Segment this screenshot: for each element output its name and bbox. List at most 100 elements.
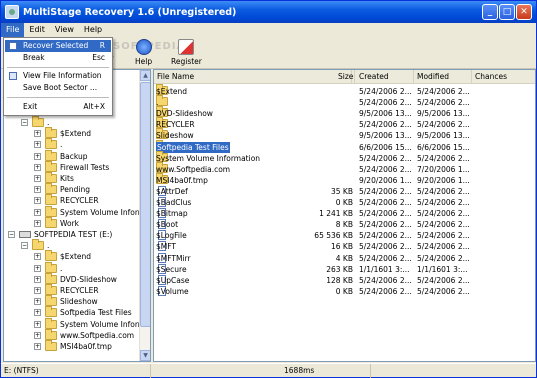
expand-icon[interactable]: +: [34, 275, 41, 283]
expand-icon[interactable]: +: [34, 331, 41, 339]
file-row[interactable]: $Boot 8 KB 5/24/2006 2... 5/24/2006 2...: [154, 219, 535, 230]
register-toolbar-button[interactable]: Register: [171, 39, 202, 66]
tree-item[interactable]: − SOFTPEDIA TEST (E:): [8, 229, 112, 240]
tree-item[interactable]: + MSI4ba0f.tmp: [34, 340, 112, 352]
scroll-down-button[interactable]: ▼: [140, 350, 150, 361]
help-toolbar-button[interactable]: Help: [135, 39, 152, 66]
expand-icon[interactable]: +: [34, 208, 41, 216]
file-row[interactable]: www.Softpedia.com 5/24/2006 2... 7/20/2006…: [154, 161, 535, 175]
column-chances[interactable]: Chances: [472, 70, 535, 84]
file-row[interactable]: Softpedia Test Files 6/6/2006 15... 6/6/20…: [154, 139, 535, 153]
menu-item-save-boot-sector[interactable]: Save Boot Sector ...: [5, 82, 111, 94]
file-created: 5/24/2006 2...: [359, 153, 412, 163]
tree-scrollbar[interactable]: ▲ ▼: [139, 70, 150, 361]
file-created: 9/20/2006 1...: [359, 175, 412, 185]
file-created: 5/24/2006 2...: [359, 253, 412, 263]
menu-item-recover-selected[interactable]: Recover Selected R: [5, 40, 111, 52]
scroll-up-button[interactable]: ▲: [140, 70, 150, 81]
menu-item-view-file-information[interactable]: View File Information: [5, 70, 111, 82]
file-size: 8 KB: [335, 220, 353, 230]
menu-edit[interactable]: Edit: [24, 23, 50, 37]
expand-icon[interactable]: +: [34, 264, 41, 272]
minimize-button[interactable]: _: [482, 4, 498, 20]
tree-item[interactable]: + RECYCLER: [34, 284, 99, 296]
file-row[interactable]: Slideshow 9/5/2006 13... 9/5/2006 13...: [154, 128, 535, 141]
file-row[interactable]: RECYCLER 5/24/2006 2... 5/24/2006 2...: [154, 117, 535, 130]
file-created: 5/24/2006 2...: [359, 186, 412, 196]
file-list[interactable]: File Name Size Created Modified Chances …: [153, 69, 536, 362]
expand-icon[interactable]: +: [34, 253, 41, 261]
menu-item-label: Recover Selected: [23, 41, 89, 50]
file-row[interactable]: $MFTMirr 4 KB 5/24/2006 2... 5/24/2006 2...: [154, 252, 535, 264]
expand-icon[interactable]: +: [34, 175, 41, 182]
menu-shortcut: Alt+X: [83, 102, 105, 111]
file-row[interactable]: DVD-Slideshow 9/5/2006 13... 9/5/2006 13..…: [154, 106, 535, 119]
tree-item[interactable]: + Slideshow: [34, 295, 98, 307]
menu-file[interactable]: File: [1, 23, 25, 37]
column-size[interactable]: Size: [335, 70, 355, 84]
file-info-icon: [9, 72, 17, 80]
tree-item[interactable]: + Work: [34, 216, 79, 229]
tree-item[interactable]: + Pending: [34, 183, 90, 195]
file-row[interactable]: MSI4ba0f.tmp 9/20/2006 1... 9/20/2006 1...: [154, 172, 535, 186]
expand-icon[interactable]: +: [34, 186, 41, 194]
menu-view[interactable]: View: [50, 23, 79, 37]
file-modified: 1/1/1601 3:...: [417, 264, 468, 274]
expand-icon[interactable]: +: [34, 163, 41, 171]
menu-item-label: Exit: [23, 102, 38, 111]
expand-icon[interactable]: +: [34, 152, 41, 160]
tree-item-label: RECYCLER: [60, 196, 99, 206]
file-row[interactable]: System Volume Information 5/24/2006 2... 5…: [154, 150, 535, 164]
collapse-icon[interactable]: −: [21, 119, 28, 126]
tree-item-label: DVD-Slideshow: [60, 274, 117, 284]
expand-icon[interactable]: +: [34, 130, 41, 138]
scroll-thumb[interactable]: [140, 82, 150, 327]
file-modified: 5/24/2006 2...: [417, 242, 470, 252]
collapse-icon[interactable]: −: [8, 231, 15, 238]
file-name: $BadClus: [156, 198, 192, 207]
column-modified[interactable]: Modified: [414, 70, 472, 84]
maximize-button[interactable]: □: [499, 4, 515, 20]
file-name: Softpedia Test Files: [156, 141, 230, 153]
file-row[interactable]: $MFT 16 KB 5/24/2006 2... 5/24/2006 2...: [154, 241, 535, 252]
folder-icon: [45, 149, 57, 161]
window-title: MultiStage Recovery 1.6 (Unregistered): [23, 6, 237, 18]
file-size: 0 KB: [335, 286, 353, 296]
tree-item[interactable]: + Backup: [34, 149, 88, 162]
menu-item-break[interactable]: Break Esc: [5, 52, 111, 64]
folder-icon: [32, 116, 44, 127]
column-name[interactable]: File Name: [154, 70, 352, 84]
expand-icon[interactable]: +: [34, 141, 41, 149]
file-row[interactable]: $Secure 263 KB 1/1/1601 3:... 1/1/1601 3:..…: [154, 263, 535, 275]
tree-item[interactable]: + RECYCLER: [34, 194, 99, 206]
menu-item-exit[interactable]: Exit Alt+X: [5, 101, 111, 113]
expand-icon[interactable]: +: [34, 287, 41, 294]
file-name: $Volume: [156, 286, 189, 296]
expand-icon[interactable]: +: [34, 298, 41, 306]
file-row[interactable]: . 5/24/2006 2... 5/24/2006 2...: [154, 95, 535, 108]
file-row[interactable]: $AttrDef 35 KB 5/24/2006 2... 5/24/2006 2..…: [154, 185, 535, 197]
expand-icon[interactable]: +: [34, 197, 41, 205]
file-row[interactable]: $Extend 5/24/2006 2... 5/24/2006 2...: [154, 84, 535, 97]
status-drive: E: (NTFS): [1, 364, 151, 378]
file-modified: 5/24/2006 2...: [417, 209, 470, 219]
tree-item[interactable]: + $Extend: [34, 127, 91, 139]
expand-icon[interactable]: +: [34, 219, 41, 227]
file-row[interactable]: $BadClus 0 KB 5/24/2006 2... 5/24/2006 2...: [154, 197, 535, 208]
tree-item[interactable]: + Kits: [34, 172, 74, 184]
collapse-icon[interactable]: −: [21, 242, 28, 250]
file-row[interactable]: $UpCase 128 KB 5/24/2006 2... 5/24/2006 2..…: [154, 274, 535, 286]
tree-item[interactable]: + $Extend: [34, 250, 91, 262]
expand-icon[interactable]: +: [34, 309, 41, 317]
close-button[interactable]: ✕: [516, 4, 532, 20]
file-row[interactable]: $Volume 0 KB 5/24/2006 2... 5/24/2006 2...: [154, 285, 535, 297]
file-size: 1 241 KB: [319, 209, 353, 219]
folder-icon: [45, 250, 57, 262]
folder-icon: [45, 317, 57, 329]
file-row[interactable]: $Bitmap 1 241 KB 5/24/2006 2... 5/24/2006 2…: [154, 208, 535, 219]
column-created[interactable]: Created: [356, 70, 414, 84]
file-row[interactable]: $LogFile 65 536 KB 5/24/2006 2... 5/24/2006…: [154, 230, 535, 241]
expand-icon[interactable]: +: [34, 320, 41, 328]
menu-help[interactable]: Help: [79, 23, 107, 37]
expand-icon[interactable]: +: [34, 343, 41, 350]
